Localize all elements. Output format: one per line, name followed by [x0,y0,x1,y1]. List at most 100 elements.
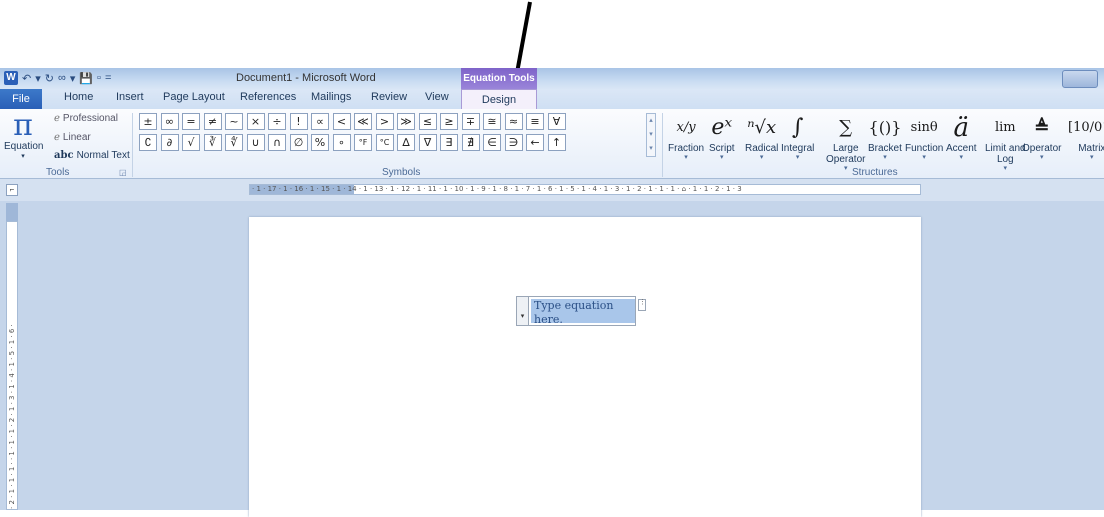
tab-page-layout[interactable]: Page Layout [163,91,225,103]
tab-design[interactable]: Design [461,89,537,109]
undo-icon[interactable]: ↶ [22,72,31,85]
symbol-button[interactable]: ∁ [139,134,157,151]
symbol-button[interactable]: ∋ [504,134,523,151]
tab-selector-button[interactable]: ⌐ [6,184,18,196]
symbol-button[interactable]: ∜ [225,134,243,151]
symbol-button[interactable]: √ [182,134,200,151]
dialog-launcher-icon[interactable]: ◲ [119,168,127,177]
tab-review[interactable]: Review [371,91,407,103]
symbol-button[interactable]: ~ [225,113,243,130]
symbol-button[interactable]: ∀ [547,113,566,130]
symbol-button[interactable]: ≠ [203,113,222,130]
symbol-button[interactable]: % [311,134,329,151]
link-icon[interactable]: ∞ [58,72,66,84]
symbol-button[interactable]: ≥ [440,113,458,130]
redo-icon[interactable]: ↻ [45,72,54,85]
structure-integral-button[interactable]: ∫ Integral ▾ [781,113,814,162]
equation-move-handle-icon[interactable]: ⋮ [638,299,646,311]
structure-label: Accent [946,143,977,154]
tab-file[interactable]: File [0,89,42,109]
save-icon[interactable]: 💾 [79,72,93,85]
symbol-button[interactable]: ∪ [246,134,265,151]
symbol-button[interactable]: ≡ [526,113,544,130]
scroll-up-icon[interactable]: ▴ [647,114,655,128]
symbol-button[interactable]: ∛ [203,134,222,151]
tab-mailings[interactable]: Mailings [311,91,351,103]
tab-home[interactable]: Home [64,91,93,103]
new-document-icon[interactable]: ▫ [97,72,101,84]
vertical-ruler[interactable]: · 2 · 1 · 1 · 1 · · 1 · 1 · 1 · 2 · 1 · … [6,221,18,510]
equation-box[interactable]: ▾ Type equation here. ⋮ [516,296,646,326]
equation-tools-context-header: Equation Tools [461,68,537,90]
link-dropdown-icon[interactable]: ▾ [70,72,76,85]
symbol-button[interactable]: = [182,113,200,130]
customize-qat-icon[interactable]: = [105,72,111,84]
group-divider [132,113,133,177]
structure-large-button[interactable]: ∑ Large Operator ▾ [826,113,865,173]
structure-script-button[interactable]: eˣ Script ▾ [709,113,735,162]
symbol-button[interactable]: ∓ [461,113,480,130]
structure-bracket-button[interactable]: {()} Bracket ▾ [868,113,902,162]
symbols-group-label: Symbols [382,167,421,178]
symbol-button[interactable]: ÷ [268,113,286,130]
symbol-button[interactable]: ∘ [332,134,351,151]
structure-matrix-button[interactable]: [10/01] Matrix▾ [1068,113,1104,162]
symbol-button[interactable]: ∇ [418,134,437,151]
linear-option[interactable]: ℯ Linear [54,132,91,143]
symbol-button[interactable]: ≤ [418,113,437,130]
document-page[interactable]: ▾ Type equation here. ⋮ [249,217,921,517]
symbol-button[interactable]: ↑ [547,134,566,151]
scroll-down-icon[interactable]: ▾ [647,128,655,142]
symbol-button[interactable]: ≅ [483,113,501,130]
symbol-button[interactable]: ± [139,113,157,130]
symbol-button[interactable]: °C [375,134,394,151]
structure-function-button[interactable]: sinθ Function ▾ [905,113,943,162]
word-logo-icon[interactable]: W [4,71,18,85]
window-title: Document1 - Microsoft Word [236,72,376,84]
tab-view[interactable]: View [425,91,449,103]
tab-references[interactable]: References [240,91,296,103]
structure-large-icon: ∑ [839,117,853,138]
professional-option[interactable]: ℯ Professional [54,113,118,124]
equation-button[interactable]: π Equation ▾ [4,111,43,161]
structure-fraction-button[interactable]: x/y Fraction ▾ [668,113,704,162]
symbol-button[interactable]: ← [526,134,544,151]
minimize-button[interactable] [1062,70,1098,88]
equation-placeholder[interactable]: Type equation here. [531,299,635,326]
symbol-button[interactable]: ∩ [268,134,286,151]
normal-text-option[interactable]: abc Normal Text [54,150,130,161]
symbol-button[interactable]: ∄ [461,134,480,151]
horizontal-ruler[interactable]: · 1 · 17 · 1 · 16 · 1 · 15 · 1 · 14 · 1 … [249,184,921,195]
normal-text-label: Normal Text [76,150,130,161]
undo-dropdown-icon[interactable]: ▾ [35,72,41,85]
symbol-button[interactable]: °F [354,134,372,151]
symbol-button[interactable]: ≫ [397,113,415,130]
structure-fraction-icon: x/y [676,120,696,135]
symbol-button[interactable]: × [246,113,265,130]
ruler-bar: ⌐ · 1 · 17 · 1 · 16 · 1 · 15 · 1 · 14 · … [0,179,1104,201]
structure-matrix-icon: [10/01] [1068,120,1104,135]
symbol-button[interactable]: ∞ [160,113,179,130]
symbol-button[interactable]: ∂ [160,134,179,151]
symbols-gallery-scroll[interactable]: ▴ ▾ ▾ [646,113,656,157]
tab-insert[interactable]: Insert [116,91,144,103]
symbol-button[interactable]: ∅ [289,134,308,151]
symbol-button[interactable]: > [375,113,394,130]
equation-options-dropdown[interactable]: ▾ [517,297,529,325]
symbol-button[interactable]: ≈ [504,113,523,130]
chevron-down-icon: ▾ [1039,154,1044,161]
symbol-button[interactable]: ≪ [354,113,372,130]
symbol-button[interactable]: ∝ [311,113,329,130]
structure-accent-button[interactable]: ä Accent ▾ [946,113,977,162]
symbol-button[interactable]: ! [289,113,308,130]
structure-radical-button[interactable]: ⁿ√x Radical ▾ [745,113,778,162]
structure-operator-button[interactable]: ≜ Operator ▾ [1022,113,1061,162]
structure-limit-and-button[interactable]: lim Limit and Log ▾ [985,113,1026,173]
structure-label: Script [709,143,735,154]
symbol-button[interactable]: ∈ [483,134,501,151]
ribbon-tab-bar: File Home Insert Page Layout References … [0,89,1104,109]
gallery-more-icon[interactable]: ▾ [647,142,655,156]
symbol-button[interactable]: ∃ [440,134,458,151]
symbol-button[interactable]: ∆ [397,134,415,151]
symbol-button[interactable]: < [332,113,351,130]
